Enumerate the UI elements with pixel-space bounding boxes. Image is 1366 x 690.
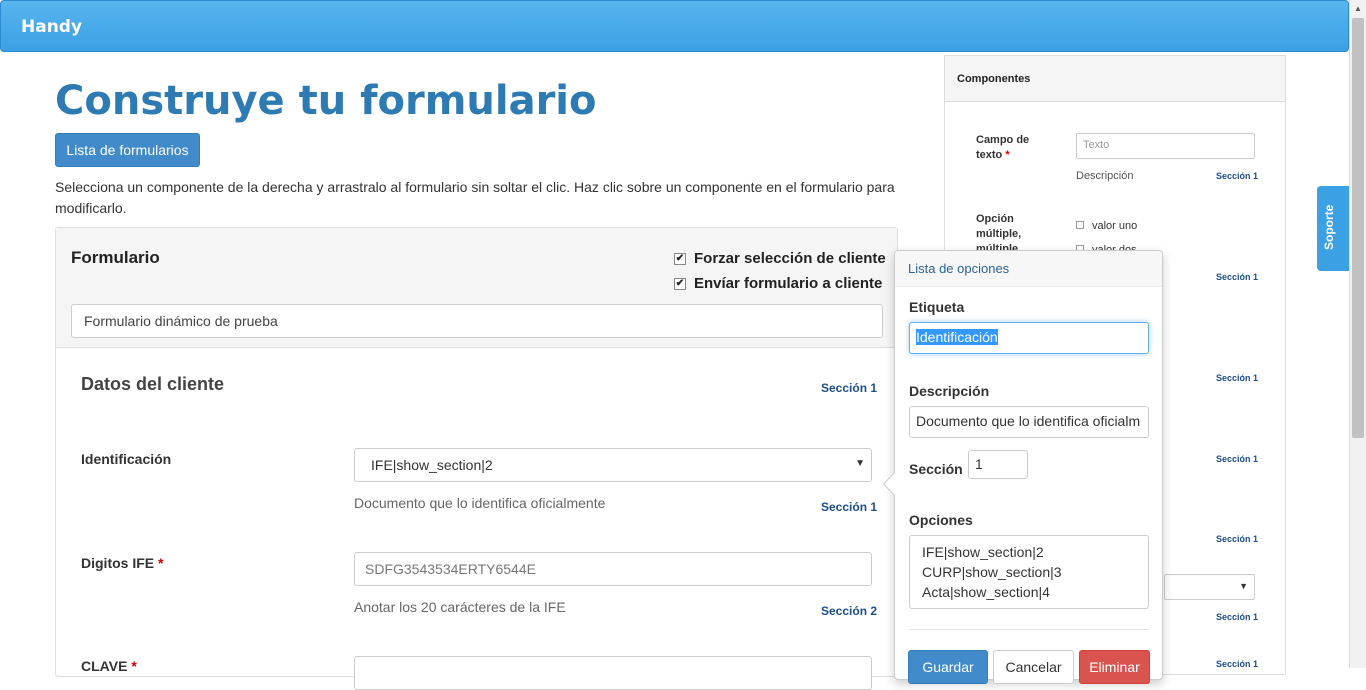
etiqueta-value: Identificación bbox=[916, 329, 998, 345]
digitos-ife-section-link[interactable]: Sección 2 bbox=[821, 604, 877, 618]
identificacion-label: Identificación bbox=[81, 451, 172, 467]
identificacion-help: Documento que lo identifica oficialmente bbox=[354, 495, 606, 511]
support-label: Soporte bbox=[1322, 204, 1336, 250]
force-client-label: Forzar selección de cliente bbox=[694, 250, 886, 267]
required-marker: * bbox=[1005, 149, 1010, 161]
digitos-ife-help: Anotar los 20 carácteres de la IFE bbox=[354, 599, 566, 615]
clave-label-text: CLAVE bbox=[81, 658, 128, 674]
option-line: IFE|show_section|2 bbox=[922, 544, 1044, 560]
support-tab[interactable]: Soporte bbox=[1317, 186, 1349, 271]
force-client-checkbox-row[interactable]: ✔ Forzar selección de cliente bbox=[674, 250, 886, 267]
send-form-label: Envíar formulario a cliente bbox=[694, 275, 883, 292]
caret-down-icon: ▼ bbox=[1239, 581, 1248, 591]
digitos-ife-label-text: Digitos IFE bbox=[81, 555, 155, 571]
options-popover: Lista de opciones Etiqueta Identificació… bbox=[882, 250, 1163, 684]
checkbox-checked-icon[interactable]: ✔ bbox=[674, 253, 686, 266]
component-section-link[interactable]: Sección 1 bbox=[1216, 454, 1258, 464]
component-section-link[interactable]: Sección 1 bbox=[1216, 534, 1258, 544]
required-marker: * bbox=[131, 658, 137, 674]
form-panel-header: Formulario ✔ Forzar selección de cliente … bbox=[56, 228, 897, 348]
clave-label: CLAVE * bbox=[81, 658, 137, 674]
text-field-component[interactable]: Campo de texto * bbox=[976, 133, 1046, 163]
digitos-ife-input[interactable]: SDFG3543534ERTY6544E bbox=[354, 552, 872, 586]
instructions-text: Selecciona un componente de la derecha y… bbox=[55, 179, 895, 216]
component-section-link[interactable]: Sección 1 bbox=[1216, 373, 1258, 383]
text-component-desc: Descripción bbox=[1076, 170, 1134, 182]
component-select[interactable]: ▼ bbox=[1164, 574, 1255, 600]
opciones-textarea[interactable]: IFE|show_section|2 CURP|show_section|3 A… bbox=[909, 535, 1149, 609]
text-component-input[interactable]: Texto bbox=[1076, 133, 1255, 159]
caret-down-icon: ▼ bbox=[855, 458, 865, 469]
seccion-label: Sección bbox=[909, 461, 963, 477]
scroll-thumb[interactable] bbox=[1352, 18, 1364, 438]
etiqueta-label: Etiqueta bbox=[909, 299, 965, 315]
scroll-up-arrow-icon[interactable]: ▲ bbox=[1354, 4, 1362, 13]
clave-input[interactable] bbox=[354, 656, 872, 690]
popover-divider bbox=[909, 629, 1149, 630]
descripcion-label: Descripción bbox=[909, 383, 990, 399]
form-panel-title: Formulario bbox=[71, 248, 160, 267]
required-marker: * bbox=[158, 555, 164, 571]
option-one-label: valor uno bbox=[1092, 220, 1138, 232]
cancel-button[interactable]: Cancelar bbox=[993, 650, 1074, 684]
page-title: Construye tu formulario bbox=[55, 78, 597, 124]
save-button[interactable]: Guardar bbox=[908, 650, 988, 684]
identificacion-select-value: IFE|show_section|2 bbox=[371, 457, 493, 473]
component-section-link[interactable]: Sección 1 bbox=[1216, 171, 1258, 181]
seccion-input[interactable]: 1 bbox=[968, 450, 1028, 479]
brand-logo[interactable]: Handy bbox=[21, 17, 82, 37]
delete-button[interactable]: Eliminar bbox=[1079, 650, 1150, 684]
top-navbar: Handy bbox=[0, 0, 1349, 52]
digitos-ife-label: Digitos IFE * bbox=[81, 555, 163, 571]
descripcion-input[interactable]: Documento que lo identifica oficialm bbox=[909, 406, 1149, 438]
components-title: Componentes bbox=[957, 73, 1031, 85]
component-section-link[interactable]: Sección 1 bbox=[1216, 612, 1258, 622]
checkbox-checked-icon[interactable]: ✔ bbox=[674, 278, 686, 291]
popover-title: Lista de opciones bbox=[908, 261, 1010, 276]
option-line: CURP|show_section|3 bbox=[922, 564, 1062, 580]
option-line: Acta|show_section|4 bbox=[922, 584, 1050, 600]
etiqueta-input[interactable]: Identificación bbox=[909, 322, 1149, 354]
page-scrollbar[interactable]: ▲ bbox=[1349, 0, 1366, 668]
popover-header: Lista de opciones bbox=[895, 251, 1162, 287]
section-title: Datos del cliente bbox=[81, 374, 225, 394]
components-header: Componentes bbox=[945, 56, 1285, 102]
checkbox-icon[interactable] bbox=[1076, 221, 1084, 229]
section-link[interactable]: Sección 1 bbox=[821, 381, 877, 395]
opciones-label: Opciones bbox=[909, 512, 973, 528]
component-section-link[interactable]: Sección 1 bbox=[1216, 272, 1258, 282]
identificacion-section-link[interactable]: Sección 1 bbox=[821, 500, 877, 514]
option-one[interactable]: valor uno bbox=[1076, 220, 1137, 232]
form-name-input[interactable]: Formulario dinámico de prueba bbox=[71, 304, 883, 338]
form-panel: Formulario ✔ Forzar selección de cliente … bbox=[55, 227, 898, 690]
send-form-checkbox-row[interactable]: ✔ Envíar formulario a cliente bbox=[674, 275, 882, 292]
identificacion-select[interactable]: IFE|show_section|2 ▼ bbox=[354, 448, 872, 482]
text-field-label: Campo de texto bbox=[976, 134, 1030, 161]
form-list-button[interactable]: Lista de formularios bbox=[55, 133, 200, 167]
